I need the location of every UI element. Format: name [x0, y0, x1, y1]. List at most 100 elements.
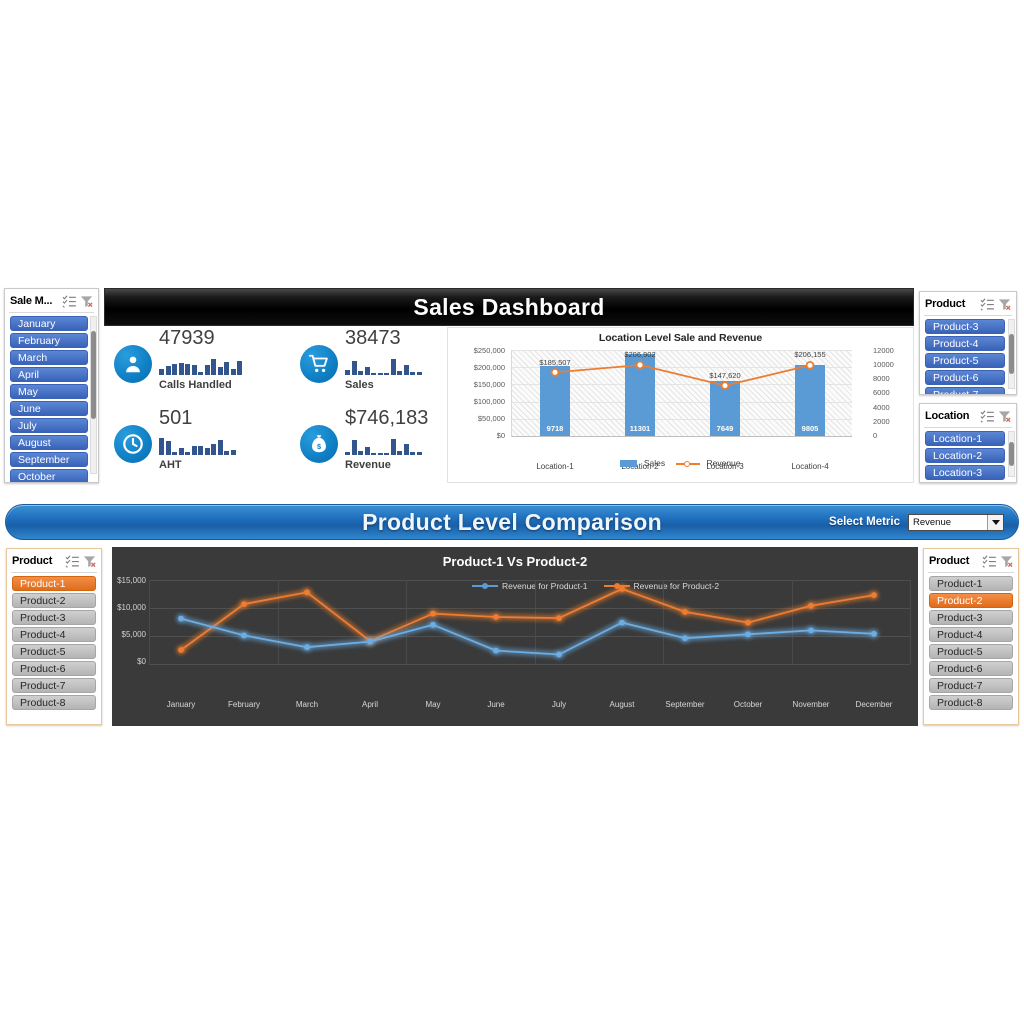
- chart-legend: Sales Revenue: [448, 458, 913, 468]
- y-axis-left: $250,000 $200,000 $150,000 $100,000 $50,…: [448, 346, 508, 440]
- slicer-list[interactable]: January February March April May June Ju…: [5, 316, 98, 482]
- slicer-item[interactable]: September: [10, 452, 88, 467]
- clock-icon: [114, 425, 152, 463]
- slicer-list[interactable]: Product-3 Product-4 Product-5 Product-6 …: [920, 319, 1016, 394]
- slicer-item[interactable]: Product-3: [12, 610, 96, 625]
- x-tick: March: [295, 700, 319, 709]
- slicer-item[interactable]: Product-4: [929, 627, 1013, 642]
- y-axis-right: 12000 10000 8000 6000 4000 2000 0: [869, 346, 913, 440]
- y2-tick: 10000: [873, 360, 894, 369]
- clear-filter-icon[interactable]: [79, 294, 94, 308]
- slicer-item[interactable]: Product-3: [925, 319, 1005, 334]
- x-tick: February: [227, 700, 260, 709]
- slicer-item[interactable]: Product-4: [925, 336, 1005, 351]
- kpi-value: 38473: [345, 327, 401, 349]
- slicer-item[interactable]: March: [10, 350, 88, 365]
- slicer-item[interactable]: Product-8: [929, 695, 1013, 710]
- slicer-sale-month[interactable]: Sale M... January February March April M…: [4, 288, 99, 483]
- page-title: Sales Dashboard: [413, 293, 605, 320]
- slicer-item[interactable]: Product-6: [925, 370, 1005, 385]
- divider: [11, 572, 97, 573]
- slicer-location[interactable]: Location Location-1 Location-2 Location-…: [919, 403, 1017, 483]
- x-tick: October: [733, 700, 763, 709]
- x-tick: November: [792, 700, 830, 709]
- product-comparison-banner: Product Level Comparison Select Metric R…: [5, 504, 1019, 540]
- multi-select-icon[interactable]: [62, 294, 77, 308]
- kpi-label: Revenue: [345, 459, 391, 471]
- slicer-list[interactable]: Location-1 Location-2 Location-3: [920, 431, 1016, 482]
- slicer-product-top[interactable]: Product Product-3 Product-4 Product-5 Pr…: [919, 291, 1017, 395]
- clear-filter-icon[interactable]: [82, 554, 97, 568]
- slicer-list[interactable]: Product-1 Product-2 Product-3 Product-4 …: [924, 576, 1018, 715]
- slicer-item[interactable]: Product-6: [929, 661, 1013, 676]
- slicer-list[interactable]: Product-1 Product-2 Product-3 Product-4 …: [7, 576, 101, 715]
- legend-item-revenue: Revenue: [676, 458, 741, 468]
- multi-select-icon[interactable]: [982, 554, 997, 568]
- slicer-header: Sale M...: [5, 289, 98, 311]
- kpi-panel: 47939 Calls Handled 38473 Sales 501 AHT …: [104, 327, 444, 483]
- kpi-aht: 501 AHT: [114, 407, 282, 483]
- clear-filter-icon[interactable]: [997, 409, 1012, 423]
- slicer-item[interactable]: June: [10, 401, 88, 416]
- scrollbar-track[interactable]: [1008, 431, 1015, 477]
- scrollbar-thumb[interactable]: [1009, 334, 1014, 374]
- slicer-header: Product: [920, 292, 1016, 314]
- y-axis: $15,000 $10,000 $5,000 $0: [112, 576, 146, 666]
- slicer-item[interactable]: Product-7: [925, 387, 1005, 394]
- y-tick: $5,000: [121, 630, 146, 639]
- chevron-down-icon[interactable]: [987, 514, 1003, 530]
- sparkline-calls: [159, 353, 242, 375]
- slicer-item-selected[interactable]: Product-2: [929, 593, 1013, 608]
- kpi-value: 501: [159, 407, 193, 429]
- slicer-header: Location: [920, 404, 1016, 426]
- metric-dropdown[interactable]: Revenue: [908, 513, 1004, 531]
- scrollbar-thumb[interactable]: [1009, 442, 1014, 466]
- chart-title: Location Level Sale and Revenue: [598, 332, 763, 344]
- slicer-item[interactable]: Product-7: [12, 678, 96, 693]
- sparkline-aht: [159, 433, 236, 455]
- slicer-item[interactable]: Product-2: [12, 593, 96, 608]
- slicer-item[interactable]: Location-1: [925, 431, 1005, 446]
- slicer-item[interactable]: January: [10, 316, 88, 331]
- slicer-product-left[interactable]: Product Product-1 Product-2 Product-3 Pr…: [6, 548, 102, 725]
- product-comparison-chart: Product-1 Vs Product-2 $15,000 $10,000 $…: [112, 547, 918, 726]
- slicer-item[interactable]: July: [10, 418, 88, 433]
- multi-select-icon[interactable]: [980, 297, 995, 311]
- slicer-item[interactable]: August: [10, 435, 88, 450]
- slicer-item[interactable]: Location-3: [925, 465, 1005, 480]
- slicer-item[interactable]: Product-4: [12, 627, 96, 642]
- scrollbar-thumb[interactable]: [91, 331, 96, 419]
- slicer-item-selected[interactable]: Product-1: [12, 576, 96, 591]
- slicer-product-right[interactable]: Product Product-1 Product-2 Product-3 Pr…: [923, 548, 1019, 725]
- y2-tick: 0: [873, 431, 878, 440]
- slicer-title: Product: [12, 555, 53, 567]
- scrollbar-track[interactable]: [1008, 319, 1015, 389]
- slicer-item[interactable]: Location-2: [925, 448, 1005, 463]
- y2-tick: 2000: [873, 417, 890, 426]
- slicer-item[interactable]: Product-7: [929, 678, 1013, 693]
- slicer-item[interactable]: Product-6: [12, 661, 96, 676]
- multi-select-icon[interactable]: [65, 554, 80, 568]
- legend-label: Sales: [643, 458, 666, 468]
- slicer-item[interactable]: Product-8: [12, 695, 96, 710]
- metric-selector[interactable]: Select Metric Revenue: [829, 513, 1004, 531]
- slicer-item[interactable]: Product-1: [929, 576, 1013, 591]
- clear-filter-icon[interactable]: [997, 297, 1012, 311]
- slicer-item[interactable]: Product-3: [929, 610, 1013, 625]
- slicer-item[interactable]: February: [10, 333, 88, 348]
- x-tick: June: [487, 700, 505, 709]
- slicer-item[interactable]: Product-5: [12, 644, 96, 659]
- multi-select-icon[interactable]: [980, 409, 995, 423]
- slicer-item[interactable]: October: [10, 469, 88, 482]
- divider: [9, 312, 94, 313]
- slicer-item[interactable]: April: [10, 367, 88, 382]
- moneybag-icon: $: [300, 425, 338, 463]
- scrollbar-track[interactable]: [90, 316, 97, 474]
- clear-filter-icon[interactable]: [999, 554, 1014, 568]
- y-tick: $0: [137, 657, 146, 666]
- svg-text:$: $: [317, 442, 321, 451]
- slicer-item[interactable]: Product-5: [925, 353, 1005, 368]
- slicer-item[interactable]: May: [10, 384, 88, 399]
- slicer-header: Product: [924, 549, 1018, 571]
- slicer-item[interactable]: Product-5: [929, 644, 1013, 659]
